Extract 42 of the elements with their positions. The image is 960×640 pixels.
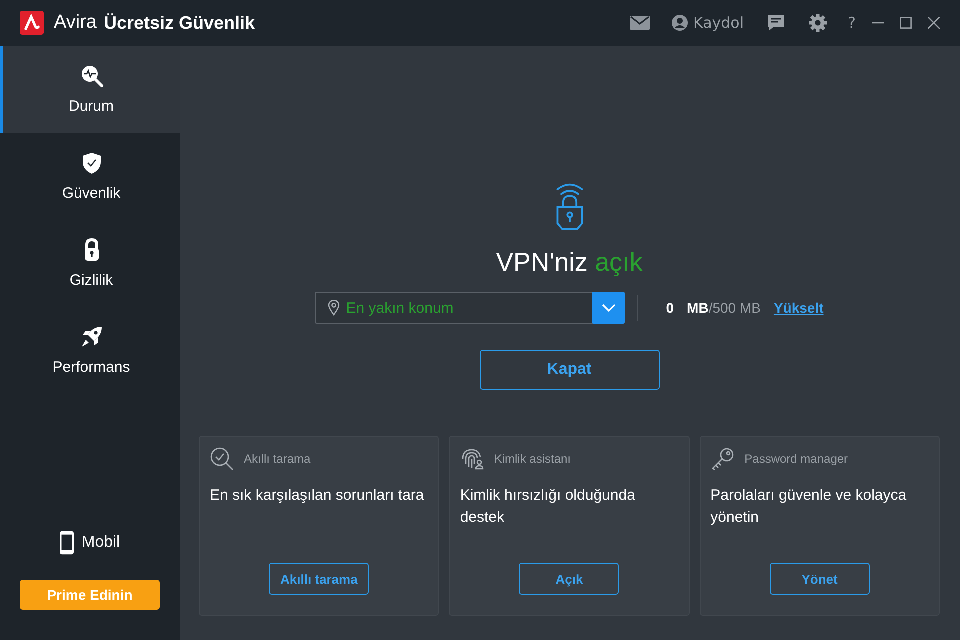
sidebar-item[interactable]: Güvenlik (0, 133, 180, 220)
upgrade-link[interactable]: Yükselt (774, 300, 824, 316)
location-dropdown[interactable]: En yakın konum (315, 292, 626, 324)
app-brand: Avira (54, 12, 97, 34)
settings-icon[interactable] (808, 13, 828, 33)
card-description: Parolaları güvenle ve kolayca yönetin (710, 486, 908, 528)
magnifier-pulse-icon (80, 64, 104, 88)
disconnect-button[interactable]: Kapat (480, 350, 660, 390)
data-limit: /500 MB (708, 300, 761, 316)
mail-icon[interactable] (630, 16, 650, 30)
card-button[interactable]: Akıllı tarama (269, 563, 370, 595)
fingerprint-icon (460, 447, 484, 471)
magnifier-check-icon (210, 447, 234, 471)
card-button[interactable]: Yönet (770, 563, 870, 595)
rocket-icon (80, 325, 104, 349)
location-pin-icon (328, 300, 340, 316)
card-title: Akıllı tarama (244, 452, 311, 466)
close-icon[interactable] (928, 17, 940, 29)
data-used: 0 (666, 300, 674, 316)
account-button[interactable]: Kaydol (672, 14, 744, 32)
vpn-status-heading: VPN'niz açık (496, 247, 643, 278)
sidebar-item[interactable]: Performans (0, 307, 180, 394)
logo-icon (20, 11, 44, 35)
maximize-icon[interactable] (900, 17, 912, 29)
card-title: Password manager (744, 452, 848, 466)
chevron-down-icon (602, 304, 616, 312)
user-icon (672, 15, 688, 31)
data-unit: MB (687, 300, 709, 316)
key-icon (710, 447, 735, 471)
mobile-link[interactable]: Mobil (60, 531, 120, 555)
dropdown-toggle[interactable] (592, 292, 626, 324)
card-description: Kimlik hırsızlığı olduğunda destek (460, 486, 636, 528)
card-description: En sık karşılaşılan sorunları tara (210, 486, 426, 506)
card-title: Kimlik asistanı (494, 452, 572, 466)
window-title: Ücretsiz Güvenlik (104, 12, 256, 34)
phone-icon (60, 531, 74, 555)
card-button[interactable]: Açık (519, 563, 620, 595)
help-button[interactable]: ? (848, 14, 856, 32)
location-value: En yakın konum (346, 300, 455, 316)
feedback-icon[interactable] (766, 13, 786, 33)
sidebar-item[interactable]: Durum (0, 46, 180, 133)
sidebar-item[interactable]: Gizlilik (0, 220, 180, 307)
